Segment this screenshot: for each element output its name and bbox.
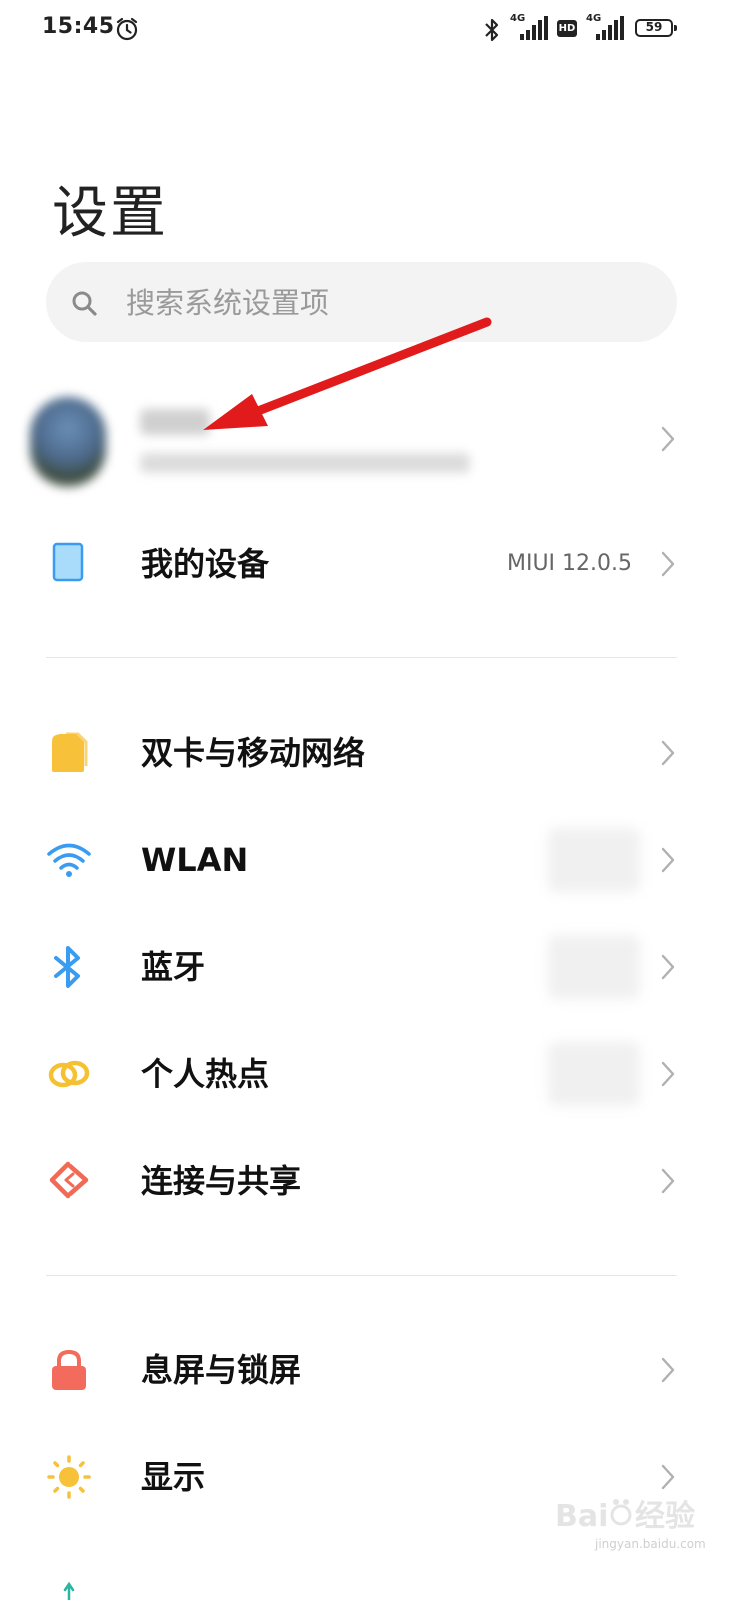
hotspot-label: 个人热点 [141, 1055, 270, 1093]
status-bar: 15:45 4G HD 4G 59 [0, 0, 738, 62]
chevron-right-icon [661, 426, 675, 452]
chevron-right-icon [661, 551, 675, 577]
alarm-icon [116, 17, 138, 41]
bluetooth-label: 蓝牙 [141, 948, 206, 986]
bluetooth-status-value [548, 935, 640, 999]
section-divider [46, 1275, 677, 1276]
wifi-icon [47, 843, 91, 877]
section-divider [46, 657, 677, 658]
bluetooth-status-icon [485, 18, 499, 42]
hotspot-row[interactable]: 个人热点 [0, 1024, 738, 1124]
my-device-row[interactable]: 我的设备 MIUI 12.0.5 [0, 514, 738, 614]
connection-share-label: 连接与共享 [141, 1162, 302, 1200]
connection-share-icon [49, 1161, 89, 1199]
connection-share-row[interactable]: 连接与共享 [0, 1131, 738, 1231]
chevron-right-icon [661, 1168, 675, 1194]
search-icon [72, 291, 97, 316]
brightness-icon [47, 1455, 91, 1499]
watermark-brand: Bai [555, 1499, 608, 1534]
wlan-row[interactable]: WLAN [0, 810, 738, 910]
signal-strength-2-icon: 4G [586, 13, 624, 42]
hd-badge: HD [557, 20, 577, 37]
account-row[interactable] [0, 385, 738, 495]
hotspot-icon [48, 1060, 90, 1088]
chevron-right-icon [661, 1061, 675, 1087]
search-bar[interactable] [46, 262, 677, 344]
lock-icon [52, 1349, 86, 1390]
status-time: 15:45 [42, 14, 115, 39]
sim-network-row[interactable]: 双卡与移动网络 [0, 703, 738, 803]
chevron-right-icon [661, 1464, 675, 1490]
baidu-watermark-logo: Bai 经验 [555, 1499, 695, 1534]
lock-screen-row[interactable]: 息屏与锁屏 [0, 1320, 738, 1420]
sim-card-icon [52, 732, 88, 772]
lock-screen-label: 息屏与锁屏 [141, 1351, 302, 1389]
display-label: 显示 [141, 1458, 206, 1496]
sim-network-label: 双卡与移动网络 [141, 734, 366, 772]
bluetooth-icon [54, 946, 80, 988]
chevron-right-icon [661, 1357, 675, 1383]
search-input[interactable] [124, 262, 648, 344]
my-device-label: 我的设备 [141, 545, 270, 583]
watermark-site: jingyan.baidu.com [595, 1537, 706, 1551]
watermark-brand-cn: 经验 [635, 1499, 695, 1534]
account-subtitle [140, 453, 470, 473]
avatar [30, 397, 106, 487]
bluetooth-row[interactable]: 蓝牙 [0, 917, 738, 1017]
wlan-label: WLAN [141, 841, 249, 879]
battery-indicator: 59 [635, 19, 677, 37]
partial-item-icon [63, 1581, 75, 1600]
miui-version: MIUI 12.0.5 [506, 551, 632, 576]
chevron-right-icon [661, 740, 675, 766]
account-name [140, 409, 210, 435]
page-title: 设置 [52, 181, 168, 246]
chevron-right-icon [661, 847, 675, 873]
phone-device-icon [52, 542, 84, 582]
hotspot-status-value [548, 1042, 640, 1106]
wlan-status-value [548, 828, 640, 892]
signal-strength-icon: 4G [510, 13, 548, 42]
chevron-right-icon [661, 954, 675, 980]
